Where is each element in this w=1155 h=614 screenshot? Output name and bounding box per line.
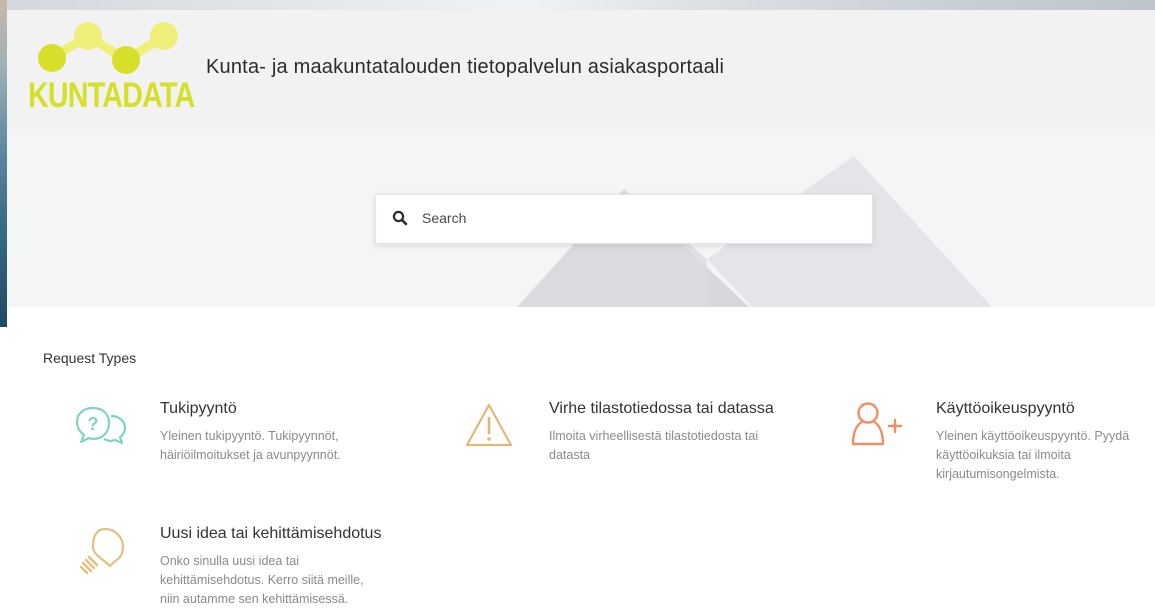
search-icon [392,210,408,226]
background-photo-edge [0,0,7,327]
logo-wordmark: KUNTADATA [28,76,195,115]
warning-triangle-icon [464,402,514,453]
request-type-uusi-idea[interactable]: Uusi idea tai kehittämisehdotus Onko sin… [75,525,425,611]
request-type-title: Käyttöoikeuspyyntö [936,400,1075,417]
request-type-kayttooikeuspyynto[interactable]: Käyttöoikeuspyyntö Yleinen käyttöoikeusp… [850,400,1150,490]
request-type-description: Ilmoita virheellisestä tilastotiedosta t… [549,429,759,462]
request-type-virhe[interactable]: Virhe tilastotiedossa tai datassa Ilmoit… [464,400,804,470]
section-title-request-types: Request Types [43,350,137,366]
page-title: Kunta- ja maakuntatalouden tietopalvelun… [206,56,725,78]
add-user-icon [850,400,904,453]
request-type-description: Yleinen käyttöoikeuspyyntö. Pyydä käyttö… [936,429,1130,481]
request-type-title: Uusi idea tai kehittämisehdotus [160,525,382,542]
request-type-description: Onko sinulla uusi idea tai kehittämisehd… [160,554,364,606]
request-type-title: Tukipyyntö [160,400,237,417]
lightbulb-icon [75,525,127,582]
search-box[interactable] [375,194,873,244]
request-type-description: Yleinen tukipyyntö. Tukipyynnöt, häiriöi… [160,429,341,462]
request-type-title: Virhe tilastotiedossa tai datassa [549,400,774,417]
speech-bubbles-question-icon: ? [75,404,129,451]
request-type-tukipyynto[interactable]: ? Tukipyyntö Yleinen tukipyyntö. Tukipyy… [75,400,405,470]
svg-text:?: ? [88,414,99,434]
search-input[interactable] [422,195,862,241]
